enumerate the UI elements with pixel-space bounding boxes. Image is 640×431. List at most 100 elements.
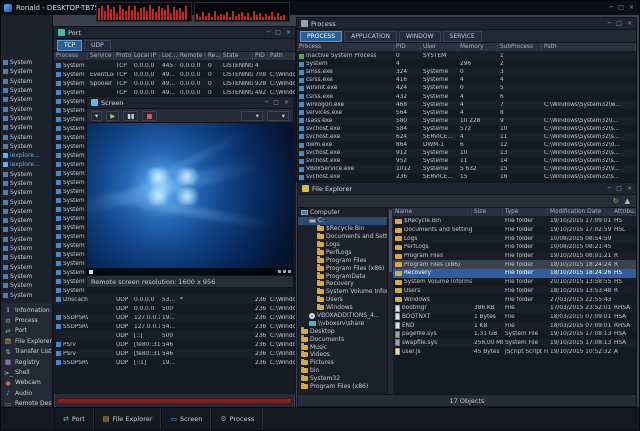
process-strip-row[interactable]: System <box>1 253 52 262</box>
file-row[interactable]: END1 KBFile18/03/2015 07:09:01RHSA <box>393 321 636 330</box>
process-strip-row[interactable]: System <box>1 123 52 132</box>
close-button[interactable]: × <box>284 99 289 106</box>
sidebar-item-webcam[interactable]: ◉Webcam <box>1 378 52 388</box>
file-row[interactable]: UsersFile folder18/10/2015 13:53:48R <box>393 287 636 296</box>
close-button[interactable]: × <box>629 4 634 11</box>
process-strip-row[interactable]: System <box>1 188 52 197</box>
port-tab-tcp[interactable]: TCP <box>57 40 82 51</box>
tree-item[interactable]: Logs <box>298 241 387 249</box>
file-row[interactable]: System Volume InformationFile folder20/1… <box>393 278 636 287</box>
port-row[interactable]: SystemSpoolerTCP0.0.0.049...0.0.0.00LIST… <box>54 79 295 88</box>
up-directory-icon[interactable]: ▲ <box>625 197 630 205</box>
process-row[interactable]: csrss.exe432Système46 <box>297 92 636 100</box>
tree-item[interactable]: \\vboxsrv\share <box>298 319 387 327</box>
process-strip-row[interactable]: System <box>1 244 52 253</box>
sidebar-item-information[interactable]: ℹInformation <box>1 305 52 315</box>
tree-item[interactable]: Users <box>298 296 387 304</box>
file-row[interactable]: swapfile.sys256,00 MBSystem File19/10/20… <box>393 339 636 348</box>
process-row[interactable]: svchost.exe236SERVICE...1516C:\Windows\S… <box>297 173 636 181</box>
process-strip-row[interactable]: System <box>1 104 52 113</box>
tree-item[interactable]: Computer <box>298 209 387 217</box>
tree-item[interactable]: ProgramData <box>298 272 387 280</box>
process-strip-row[interactable]: System <box>1 179 52 188</box>
process-strip-row[interactable]: System <box>1 86 52 95</box>
port-tab-udp[interactable]: UDP <box>84 40 111 51</box>
process-strip-row[interactable]: System <box>1 197 52 206</box>
process-row[interactable]: services.exe564Système48 <box>297 109 636 117</box>
minimize-button[interactable]: ─ <box>608 185 612 192</box>
tree-item[interactable]: Program Files <box>298 256 387 264</box>
port-row[interactable]: UDP0.0.0.0500236C:\Windows\S... <box>54 304 295 313</box>
process-row[interactable]: svchost.exe912Système1013C:\Windows\Syst… <box>297 149 636 157</box>
process-row[interactable]: lsass.exe580Système10 2289C:\Windows\Sys… <box>297 117 636 125</box>
port-window-title-bar[interactable]: Port ─□× <box>54 27 295 39</box>
process-strip-row[interactable]: System <box>1 142 52 151</box>
file-row[interactable]: WindowsFile folder27/03/2015 22:55:43 <box>393 295 636 304</box>
port-column-header[interactable]: Local IP <box>132 52 160 60</box>
file-column-header[interactable]: Modification Date <box>548 208 612 216</box>
process-column-header[interactable]: User <box>421 43 458 51</box>
process-strip-row[interactable]: System <box>1 225 52 234</box>
process-row[interactable]: svchost.exe624SERVICE...411C:\Windows\Sy… <box>297 133 636 141</box>
tree-item[interactable]: bin <box>298 367 387 375</box>
port-column-header[interactable]: Proto <box>114 52 132 60</box>
process-strip-row[interactable]: System <box>1 95 52 104</box>
process-strip-row[interactable]: System <box>1 235 52 244</box>
file-explorer-title-bar[interactable]: File Explorer ─□× <box>298 183 636 195</box>
screen-window[interactable]: Screen ─□× ▾▶▮▮■▾▾ Remote screen resolut… <box>86 96 294 288</box>
maximize-button[interactable]: □ <box>618 4 624 11</box>
process-column-header[interactable]: PID <box>394 43 421 51</box>
tree-item[interactable]: Recovery <box>298 280 387 288</box>
tree-item[interactable]: Program Files (x86) <box>298 264 387 272</box>
process-column-header[interactable]: SubProcess <box>498 43 542 51</box>
process-tab-process[interactable]: PROCESS <box>300 31 342 42</box>
port-row[interactable]: SystemTCP0.0.0.04450.0.0.00LISTENING4 <box>54 61 295 70</box>
tree-scrollbar-thumb[interactable] <box>389 210 392 272</box>
sidebar-item-registry[interactable]: ▦Registry <box>1 357 52 367</box>
file-column-header[interactable]: Size <box>472 208 503 216</box>
sidebar-item-port[interactable]: ⇄Port <box>1 326 52 336</box>
port-row[interactable]: SSDPSRVUDP127.0.0.154...236C:\Windows\S.… <box>54 322 295 331</box>
file-row[interactable]: pagefile.sys1,31 GBSystem File19/10/2015… <box>393 330 636 339</box>
refresh-icon[interactable]: ↻ <box>613 197 619 205</box>
tree-item[interactable]: Documents <box>298 335 387 343</box>
file-row[interactable]: BOOTNXT1 BytesFile18/03/2015 07:09:01HSA <box>393 313 636 322</box>
port-column-header[interactable]: Path <box>268 52 295 60</box>
process-row[interactable]: csrss.exe416Système44 <box>297 76 636 84</box>
process-row[interactable]: winlogon.exe468Système47C:\Windows\Syste… <box>297 101 636 109</box>
port-row[interactable]: PSrvUDP[fe80::31f...546236C:\Windows\S..… <box>54 349 295 358</box>
tree-item[interactable]: Music <box>298 343 387 351</box>
stop-button[interactable]: ■ <box>142 111 156 121</box>
port-row[interactable]: SSDPSRVUDP127.0.0.119...236C:\Windows\S.… <box>54 313 295 322</box>
tree-item[interactable]: Pictures <box>298 359 387 367</box>
file-row[interactable]: RecoveryFile folder18/10/2015 18:24:26HS <box>393 269 636 278</box>
minimize-button[interactable]: ─ <box>267 29 271 36</box>
process-window[interactable]: Process ─□× PROCESSAPPLICATIONWINDOWSERV… <box>296 17 637 182</box>
process-row[interactable]: VBoxService.exe1012Système5 63215C:\Wind… <box>297 165 636 173</box>
close-button[interactable]: × <box>627 185 632 192</box>
minimize-button[interactable]: ─ <box>610 4 614 11</box>
port-column-header[interactable]: Loc... <box>160 52 178 60</box>
file-row[interactable]: Program Files (x86)File folder18/10/2015… <box>393 260 636 269</box>
close-button[interactable]: × <box>286 29 291 36</box>
sidebar-item-file-explorer[interactable]: ▤File Explorer <box>1 336 52 346</box>
remote-screen-view[interactable] <box>87 123 293 275</box>
maximize-button[interactable]: □ <box>616 20 622 27</box>
tree-item[interactable]: C: <box>298 217 387 225</box>
maximize-button[interactable]: □ <box>616 185 622 192</box>
process-strip-row[interactable]: iexplore... <box>1 160 52 169</box>
process-strip-row[interactable]: System <box>1 263 52 272</box>
process-strip-row[interactable]: iexplore... <box>1 151 52 160</box>
tree-item[interactable]: Desktop <box>298 327 387 335</box>
process-column-header[interactable]: Process <box>297 43 394 51</box>
taskbar-item-file-explorer[interactable]: ▤File Explorer <box>94 408 162 430</box>
file-row[interactable]: LogsFile folder10/08/2015 08:54:59 <box>393 234 636 243</box>
quality-select[interactable]: ▾ <box>267 111 289 121</box>
minimize-button[interactable]: ─ <box>265 99 269 106</box>
process-row[interactable]: svchost.exe952Système1114C:\Windows\Syst… <box>297 157 636 165</box>
tree-scrollbar[interactable] <box>387 208 393 394</box>
port-column-header[interactable]: Process <box>54 52 88 60</box>
tree-item[interactable]: Documents and Settings <box>298 233 387 241</box>
tree-item[interactable]: Windows <box>298 304 387 312</box>
file-row[interactable]: PerfLogsFile folder10/08/2015 08:21:45 <box>393 243 636 252</box>
